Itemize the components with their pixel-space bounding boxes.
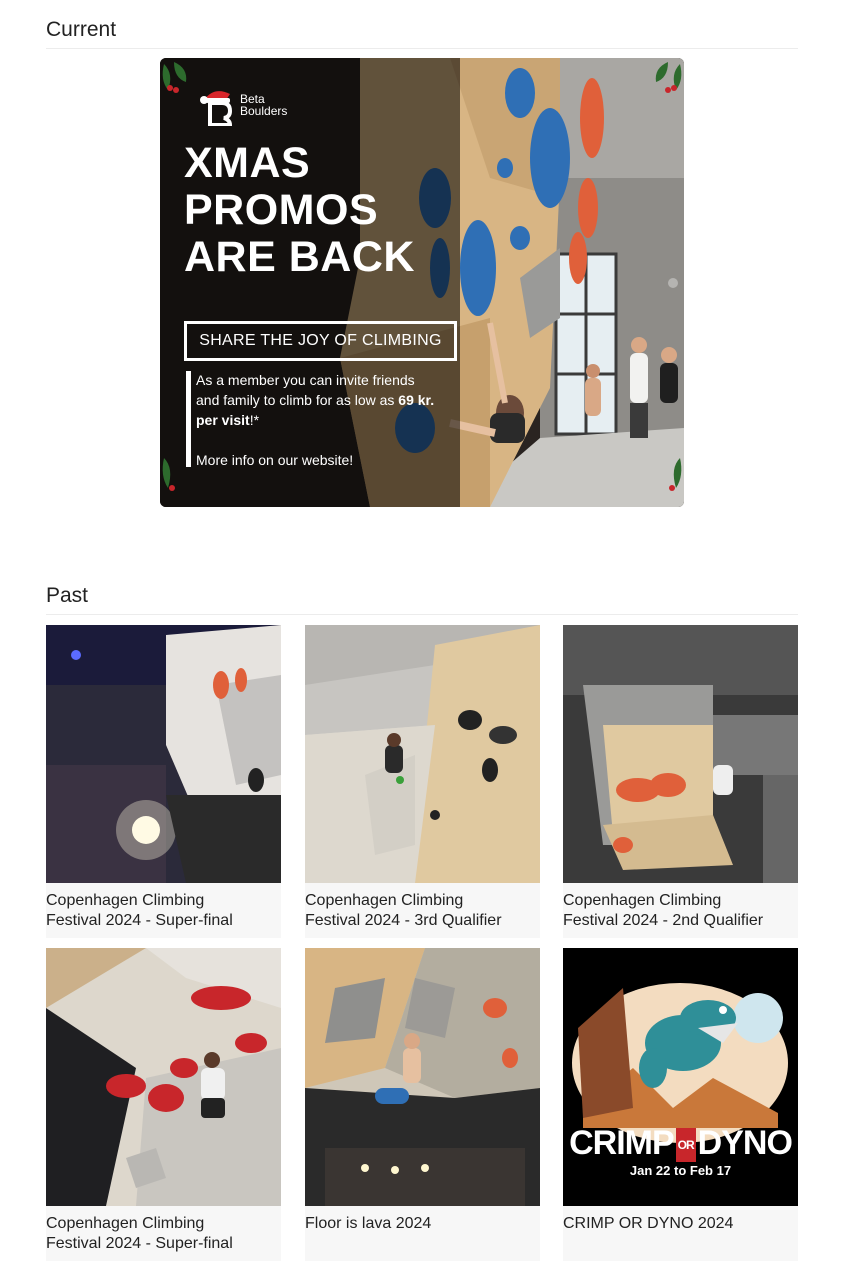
past-event-card[interactable]: Copenhagen Climbing Festival 2024 - Supe… <box>46 625 281 938</box>
past-event-card[interactable]: Copenhagen Climbing Festival 2024 - Supe… <box>46 948 281 1261</box>
event-thumbnail-image <box>305 948 540 1206</box>
current-promo-banner[interactable]: Beta Boulders XMAS PROMOS ARE BACK SHARE… <box>160 58 684 507</box>
crimp-or-dyno-wordmark: CRIMP OR DYNO <box>563 1124 798 1163</box>
past-event-card[interactable]: Floor is lava 2024 <box>305 948 540 1261</box>
info-text-end: !* <box>249 412 260 428</box>
info-text-start: As a member you can invite friends and f… <box>196 372 415 408</box>
event-title[interactable]: Floor is lava 2024 <box>305 1214 540 1234</box>
event-thumbnail-image <box>563 625 798 883</box>
past-event-card[interactable]: CRIMP OR DYNO Jan 22 to Feb 17 CRIMP OR DY… <box>563 948 798 1261</box>
event-title[interactable]: Copenhagen Climbing Festival 2024 - Supe… <box>46 1214 281 1254</box>
share-joy-label: SHARE THE JOY OF CLIMBING <box>184 321 457 361</box>
promo-info-text: As a member you can invite friends and f… <box>196 370 436 470</box>
event-thumbnail-image <box>46 625 281 883</box>
wordmark-or: OR <box>675 1128 696 1163</box>
logo-line-2: Boulders <box>240 104 288 118</box>
santa-hat-logo-icon <box>200 86 234 127</box>
past-section-title: Past <box>46 584 89 607</box>
info-accent-bar <box>186 371 191 467</box>
wordmark-dyno: DYNO <box>697 1124 793 1162</box>
event-title[interactable]: Copenhagen Climbing Festival 2024 - 3rd … <box>305 891 540 931</box>
beta-boulders-logo: Beta Boulders <box>200 86 287 127</box>
headline-line-1: XMAS <box>184 139 311 187</box>
headline-line-2: PROMOS <box>184 186 379 234</box>
past-event-card[interactable]: Copenhagen Climbing Festival 2024 - 2nd … <box>563 625 798 938</box>
current-section-title: Current <box>46 18 117 41</box>
wordmark-crimp: CRIMP <box>569 1124 675 1162</box>
event-title[interactable]: Copenhagen Climbing Festival 2024 - 2nd … <box>563 891 798 931</box>
promo-headline: XMAS PROMOS ARE BACK <box>184 140 415 281</box>
carousel-dot-icon[interactable] <box>668 278 678 288</box>
current-divider <box>46 48 798 49</box>
headline-line-3: ARE BACK <box>184 233 415 281</box>
event-title[interactable]: Copenhagen Climbing Festival 2024 - Supe… <box>46 891 281 931</box>
past-event-card[interactable]: Copenhagen Climbing Festival 2024 - 3rd … <box>305 625 540 938</box>
event-title[interactable]: CRIMP OR DYNO 2024 <box>563 1214 798 1234</box>
event-thumbnail-image <box>305 625 540 883</box>
logo-wordmark: Beta Boulders <box>240 93 287 117</box>
crimp-dates: Jan 22 to Feb 17 <box>629 1163 732 1178</box>
event-thumbnail-image <box>46 948 281 1206</box>
past-divider <box>46 614 798 615</box>
info-paragraph: As a member you can invite friends and f… <box>196 370 436 430</box>
info-more-line: More info on our website! <box>196 452 354 468</box>
